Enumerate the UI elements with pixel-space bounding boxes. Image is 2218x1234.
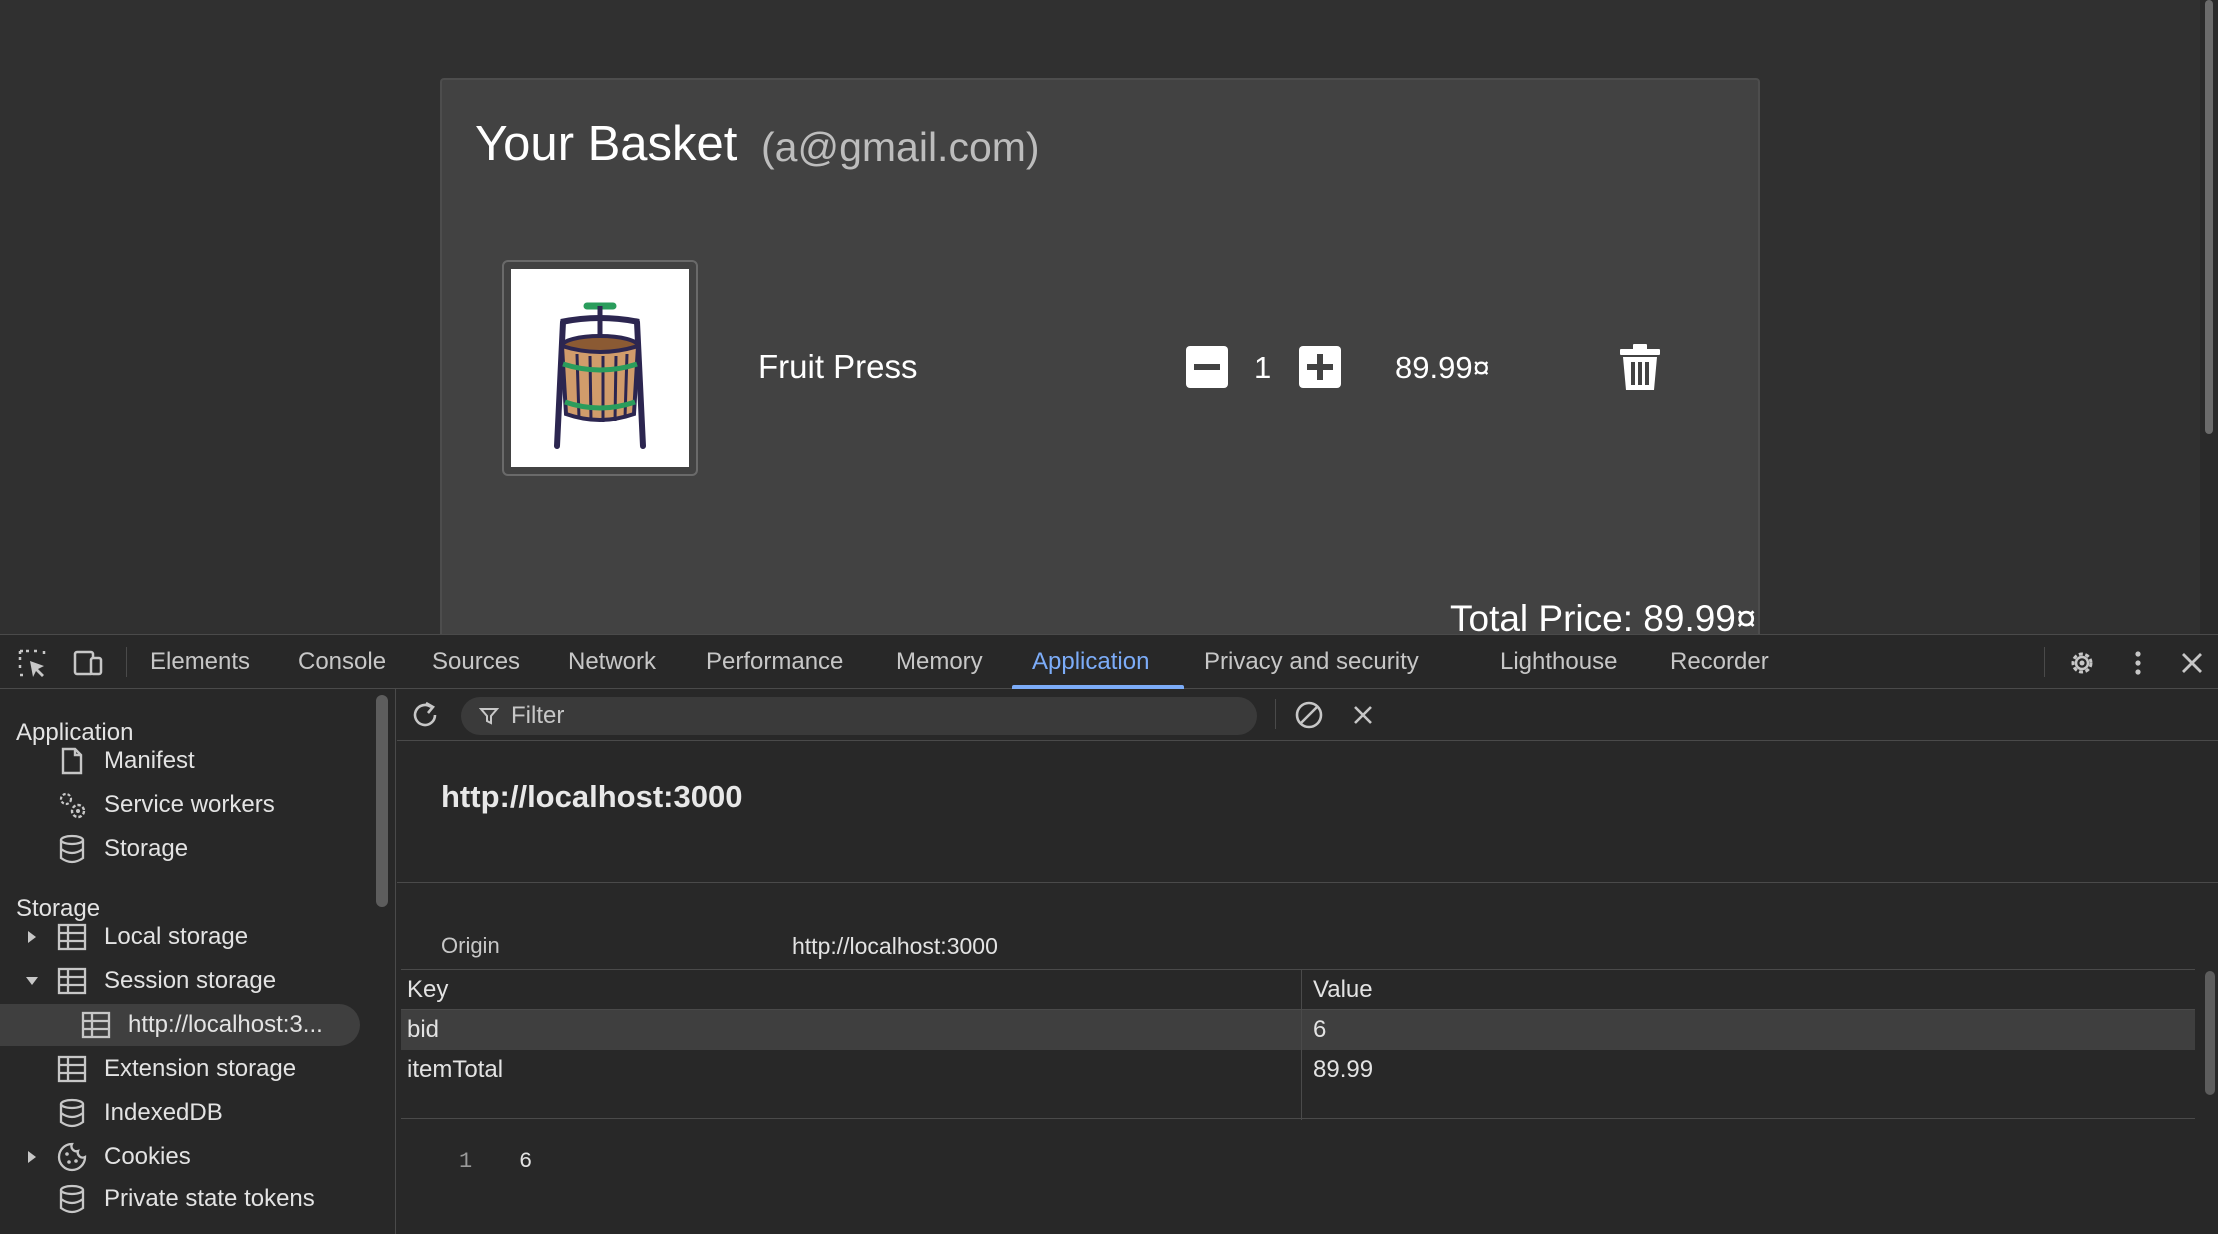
column-header-value[interactable]: Value [1313, 970, 1373, 1010]
tab-sources[interactable]: Sources [432, 635, 520, 689]
tab-memory[interactable]: Memory [896, 635, 983, 689]
sidebar-item-private-state-tokens[interactable]: Private state tokens [0, 1178, 370, 1220]
sidebar-item-label: Private state tokens [104, 1185, 315, 1212]
preview-value: 6 [519, 1149, 533, 1174]
origin-label: Origin [441, 933, 500, 958]
storage-table: Key Value bid 6 itemTotal 89.99 [401, 969, 2195, 1120]
devtools-tabbar: Elements Console Sources Network Perform… [0, 635, 2218, 689]
sidebar-item-label: Cookies [104, 1143, 191, 1170]
application-sidebar: Application Manifest Service workers Sto… [0, 689, 396, 1234]
total-price: Total Price: 89.99¤ [1450, 598, 1757, 634]
document-icon [56, 745, 88, 777]
sidebar-item-session-storage[interactable]: Session storage [0, 960, 370, 1002]
sidebar-item-label: Extension storage [104, 1055, 297, 1082]
product-name: Fruit Press [758, 348, 918, 385]
table-row[interactable]: bid 6 [401, 1010, 2195, 1050]
row-key[interactable]: bid [407, 1010, 439, 1050]
page-scrollbar[interactable] [2200, 0, 2218, 634]
sidebar-scrollbar[interactable] [376, 695, 388, 907]
expand-arrow-icon[interactable] [24, 1149, 40, 1165]
database-icon [56, 1097, 88, 1129]
quantity-value: 1 [1254, 350, 1272, 385]
sidebar-item-cookies[interactable]: Cookies [0, 1136, 370, 1178]
sidebar-item-label: Storage [104, 835, 189, 862]
filter-input[interactable] [511, 697, 1231, 735]
origin-value: http://localhost:3000 [792, 933, 998, 959]
table-scrollbar[interactable] [2205, 971, 2215, 1095]
tab-privacy-and-security[interactable]: Privacy and security [1204, 635, 1419, 689]
sidebar-item-label: Service workers [104, 791, 275, 818]
increase-quantity-button[interactable] [1299, 346, 1341, 388]
collapse-arrow-icon[interactable] [24, 973, 40, 989]
expand-arrow-icon[interactable] [24, 929, 40, 945]
settings-gear-icon[interactable] [2066, 647, 2098, 679]
decrease-quantity-button[interactable] [1186, 346, 1228, 388]
sidebar-item-service-workers[interactable]: Service workers [0, 784, 370, 826]
database-icon [56, 1183, 88, 1215]
row-value[interactable]: 6 [1313, 1010, 1326, 1050]
basket-card: Your Basket (a@gmail.com) Fruit Press 1 … [440, 78, 1760, 634]
sidebar-item-local-storage[interactable]: Local storage [0, 916, 370, 958]
trash-icon [1620, 344, 1660, 390]
sidebar-item-label: Session storage [104, 967, 277, 994]
tab-elements[interactable]: Elements [150, 635, 250, 689]
delete-item-button[interactable] [1618, 342, 1662, 397]
database-icon [56, 833, 88, 865]
sidebar-item-label: http://localhost:3... [128, 1011, 323, 1038]
cookie-icon [56, 1141, 88, 1173]
table-row[interactable]: itemTotal 89.99 [401, 1050, 2195, 1090]
column-header-key[interactable]: Key [407, 970, 448, 1010]
table-icon [80, 1009, 112, 1041]
item-price: 89.99¤ [1395, 350, 1490, 385]
user-email: (a@gmail.com) [761, 124, 1040, 170]
page-viewport: Your Basket (a@gmail.com) Fruit Press 1 … [0, 0, 2218, 634]
row-value[interactable]: 89.99 [1313, 1050, 1373, 1090]
preview-line-number: 1 [459, 1149, 473, 1174]
sidebar-item-indexeddb[interactable]: IndexedDB [0, 1092, 370, 1134]
close-devtools-icon[interactable] [2176, 647, 2208, 679]
tab-lighthouse[interactable]: Lighthouse [1500, 635, 1617, 689]
clear-all-icon[interactable] [1293, 699, 1325, 731]
table-icon [56, 921, 88, 953]
filter-icon [478, 706, 500, 731]
basket-title: Your Basket [475, 117, 738, 171]
tab-console[interactable]: Console [298, 635, 386, 689]
minus-icon [1194, 364, 1220, 370]
delete-selected-icon[interactable] [1347, 699, 1379, 731]
table-icon [56, 965, 88, 997]
inspect-element-icon[interactable] [16, 647, 48, 679]
origin-title: http://localhost:3000 [441, 779, 743, 814]
storage-toolbar [397, 689, 2218, 741]
tab-recorder[interactable]: Recorder [1670, 635, 1769, 689]
table-icon [56, 1053, 88, 1085]
sidebar-item-extension-storage[interactable]: Extension storage [0, 1048, 370, 1090]
tab-performance[interactable]: Performance [706, 635, 843, 689]
sidebar-item-label: Local storage [104, 923, 249, 950]
product-image[interactable] [502, 260, 698, 476]
session-storage-panel: http://localhost:3000 Origin http://loca… [397, 689, 2218, 1234]
sidebar-item-manifest[interactable]: Manifest [0, 740, 370, 782]
refresh-icon[interactable] [409, 699, 441, 731]
tab-network[interactable]: Network [568, 635, 656, 689]
row-key[interactable]: itemTotal [407, 1050, 503, 1090]
more-options-icon[interactable] [2122, 647, 2154, 679]
sidebar-item-label: IndexedDB [104, 1099, 223, 1126]
device-toolbar-icon[interactable] [72, 647, 104, 679]
fruit-press-image [554, 302, 646, 449]
tab-application[interactable]: Application [1032, 635, 1149, 689]
table-header-row: Key Value [401, 970, 2195, 1010]
filter-box[interactable] [461, 697, 1257, 735]
devtools-panel: Elements Console Sources Network Perform… [0, 634, 2218, 1234]
gears-icon [56, 789, 88, 821]
sidebar-item-label: Manifest [104, 747, 195, 774]
sidebar-item-storage[interactable]: Storage [0, 828, 370, 870]
sidebar-item-session-localhost[interactable]: http://localhost:3... [0, 1004, 360, 1046]
